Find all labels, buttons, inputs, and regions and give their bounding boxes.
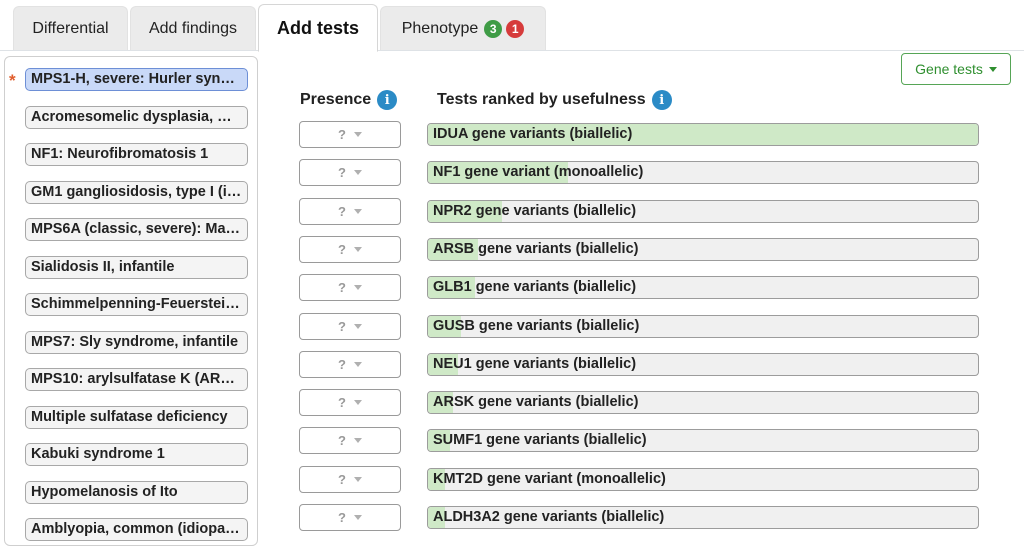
phenotype-count-badge-red: 1: [506, 19, 525, 38]
differential-item[interactable]: Kabuki syndrome 1: [25, 443, 248, 466]
presence-select[interactable]: ?: [299, 389, 401, 417]
presence-header: Presence i: [300, 90, 398, 110]
presence-value: ?: [338, 203, 346, 219]
presence-value: ?: [338, 165, 346, 181]
gene-tests-label: Gene tests: [915, 61, 983, 77]
test-label: KMT2D gene variant (monoallelic): [433, 470, 666, 487]
test-row[interactable]: NF1 gene variant (monoallelic): [427, 161, 979, 185]
presence-select[interactable]: ?: [299, 465, 401, 493]
required-star-icon: *: [9, 71, 16, 90]
presence-select[interactable]: ?: [299, 159, 401, 187]
chevron-down-icon: [353, 132, 362, 137]
test-row[interactable]: IDUA gene variants (biallelic): [427, 123, 979, 146]
chevron-down-icon: [353, 438, 362, 444]
differential-item[interactable]: MPS7: Sly syndrome, infantile: [25, 330, 248, 354]
test-row[interactable]: NPR2 gene variants (biallelic): [427, 199, 979, 223]
info-icon[interactable]: i: [377, 90, 398, 110]
tab-label: Differential: [32, 19, 109, 37]
phenotype-count-badge-green: 3: [484, 19, 503, 38]
differential-item[interactable]: Multiple sulfatase deficiency: [25, 405, 248, 429]
differential-item[interactable]: MPS1-H, severe: Hurler syndrome: [25, 68, 248, 91]
presence-select[interactable]: ?: [299, 121, 401, 148]
presence-value: ?: [338, 471, 346, 487]
test-row[interactable]: NEU1 gene variants (biallelic): [427, 352, 979, 376]
differential-item[interactable]: NF1: Neurofibromatosis 1: [25, 143, 248, 166]
presence-select[interactable]: ?: [299, 427, 401, 455]
chevron-down-icon: [353, 515, 362, 520]
differential-item[interactable]: Sialidosis II, infantile: [25, 255, 248, 279]
tab-differential[interactable]: Differential: [13, 6, 128, 50]
test-label: NF1 gene variant (monoallelic): [433, 164, 644, 181]
test-label: GUSB gene variants (biallelic): [433, 317, 640, 334]
presence-value: ?: [338, 127, 346, 142]
presence-value: ?: [338, 241, 346, 257]
presence-value: ?: [338, 395, 346, 411]
test-label: ALDH3A2 gene variants (biallelic): [433, 509, 665, 525]
chevron-down-icon: [353, 208, 362, 214]
test-label: ARSK gene variants (biallelic): [433, 394, 639, 411]
test-row[interactable]: GLB1 gene variants (biallelic): [427, 276, 979, 300]
test-row[interactable]: ALDH3A2 gene variants (biallelic): [427, 506, 979, 529]
test-row[interactable]: ARSK gene variants (biallelic): [427, 391, 979, 415]
differential-item[interactable]: GM1 gangliosidosis, type I (infantile): [25, 180, 248, 204]
chevron-down-icon: [353, 476, 362, 482]
differential-item[interactable]: Acromesomelic dysplasia, Maroteaux type: [25, 105, 248, 129]
differential-item[interactable]: Amblyopia, common (idiopathic): [25, 518, 248, 541]
chevron-down-icon: [353, 400, 362, 406]
chevron-down-icon: [988, 66, 997, 72]
test-row[interactable]: GUSB gene variants (biallelic): [427, 314, 979, 338]
presence-select[interactable]: ?: [299, 312, 401, 340]
test-label: ARSB gene variants (biallelic): [433, 240, 639, 257]
tab-bar: Differential Add findings Add tests Phen…: [0, 0, 1024, 52]
test-row[interactable]: SUMF1 gene variants (biallelic): [427, 429, 979, 453]
test-label: IDUA gene variants (biallelic): [433, 126, 633, 142]
chevron-down-icon: [353, 246, 362, 252]
test-label: NPR2 gene variants (biallelic): [433, 202, 637, 219]
tab-add-findings[interactable]: Add findings: [130, 6, 256, 50]
differential-item[interactable]: MPS10: arylsulfatase K (ARSK) deficiency: [25, 368, 248, 391]
test-row[interactable]: ARSB gene variants (biallelic): [427, 237, 979, 261]
presence-select[interactable]: ?: [299, 504, 401, 531]
presence-value: ?: [338, 356, 346, 372]
chevron-down-icon: [353, 361, 362, 367]
chevron-down-icon: [353, 323, 362, 329]
test-label: NEU1 gene variants (biallelic): [433, 355, 637, 372]
tab-label: Add findings: [148, 19, 238, 37]
tab-label: Phenotype: [401, 19, 479, 37]
differential-item[interactable]: Schimmelpenning-Feuerstein-Mims syndrome: [25, 293, 248, 316]
presence-header-label: Presence: [300, 91, 372, 108]
presence-value: ?: [338, 433, 346, 449]
tab-label: Add tests: [276, 17, 359, 38]
chevron-down-icon: [353, 285, 362, 291]
presence-select[interactable]: ?: [299, 274, 401, 302]
presence-select[interactable]: ?: [299, 197, 401, 225]
chevron-down-icon: [353, 170, 362, 176]
presence-value: ?: [338, 280, 346, 296]
test-label: GLB1 gene variants (biallelic): [433, 279, 637, 296]
tab-divider: [0, 50, 1024, 51]
presence-select[interactable]: ?: [299, 350, 401, 378]
differential-item[interactable]: Hypomelanosis of Ito: [25, 480, 248, 504]
tests-header: Tests ranked by usefulness i: [437, 90, 672, 110]
differential-item[interactable]: MPS6A (classic, severe): Maroteaux-Lamy …: [25, 218, 248, 241]
tab-phenotype[interactable]: Phenotype 3 1: [380, 6, 546, 50]
info-icon[interactable]: i: [651, 90, 672, 110]
presence-select[interactable]: ?: [299, 235, 401, 263]
tab-add-tests[interactable]: Add tests: [258, 4, 378, 52]
presence-value: ?: [338, 510, 346, 525]
test-label: SUMF1 gene variants (biallelic): [433, 432, 647, 449]
tests-header-label: Tests ranked by usefulness: [437, 91, 646, 108]
gene-tests-dropdown[interactable]: Gene tests: [901, 53, 1011, 85]
presence-value: ?: [338, 318, 346, 334]
test-row[interactable]: KMT2D gene variant (monoallelic): [427, 467, 979, 491]
